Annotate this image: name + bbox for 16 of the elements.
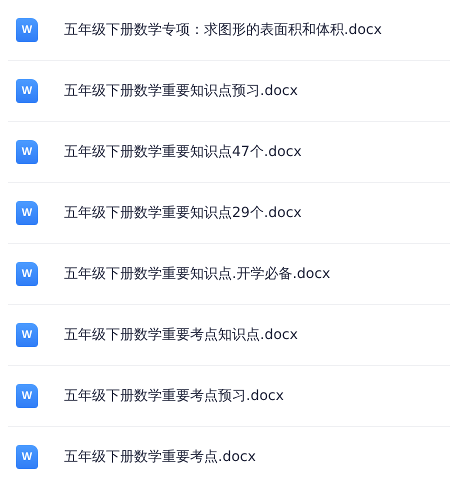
file-name[interactable]: 五年级下册数学重要考点.docx bbox=[64, 448, 256, 466]
word-file-icon: W bbox=[16, 445, 38, 469]
file-name[interactable]: 五年级下册数学重要考点预习.docx bbox=[64, 387, 284, 405]
word-file-icon: W bbox=[16, 384, 38, 408]
file-name[interactable]: 五年级下册数学专项：求图形的表面积和体积.docx bbox=[64, 21, 382, 39]
file-name[interactable]: 五年级下册数学重要知识点47个.docx bbox=[64, 143, 302, 161]
word-file-icon: W bbox=[16, 79, 38, 103]
word-file-icon: W bbox=[16, 262, 38, 286]
word-file-icon: W bbox=[16, 18, 38, 42]
file-name[interactable]: 五年级下册数学重要知识点预习.docx bbox=[64, 82, 298, 100]
file-name[interactable]: 五年级下册数学重要知识点.开学必备.docx bbox=[64, 265, 330, 283]
word-file-icon: W bbox=[16, 201, 38, 225]
word-file-icon: W bbox=[16, 140, 38, 164]
word-file-icon: W bbox=[16, 323, 38, 347]
file-name[interactable]: 五年级下册数学重要知识点29个.docx bbox=[64, 204, 302, 222]
file-name[interactable]: 五年级下册数学重要考点知识点.docx bbox=[64, 326, 298, 344]
